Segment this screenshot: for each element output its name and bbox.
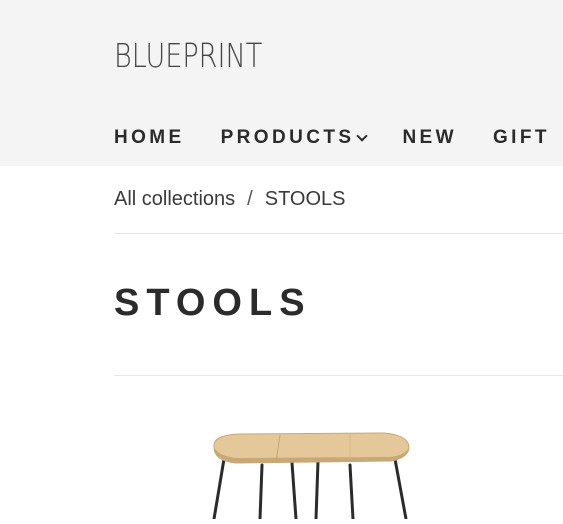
breadcrumb-link-all-collections[interactable]: All collections [114, 188, 235, 210]
page-title: STOOLS [114, 282, 312, 324]
nav-item-label: GIFT [492, 127, 550, 148]
breadcrumb-separator: / [247, 188, 253, 210]
breadcrumb: All collections / STOOLS [114, 188, 346, 211]
nav-item-products[interactable]: PRODUCTS [220, 127, 369, 149]
nav-item-label: NEW [402, 127, 457, 148]
nav-item-gift[interactable]: GIFT [493, 127, 550, 149]
stool-product-image[interactable] [200, 425, 430, 524]
breadcrumb-current: STOOLS [264, 188, 346, 210]
nav-item-label: PRODUCTS [220, 127, 355, 148]
stool-illustration [212, 432, 410, 521]
divider [114, 233, 563, 234]
divider [114, 375, 563, 376]
site-header: BLUEPRINT HOME PRODUCTS NEW GIFT [0, 0, 563, 166]
nav-item-new[interactable]: NEW [402, 127, 457, 149]
site-logo[interactable]: BLUEPRINT [114, 38, 262, 74]
nav-item-home[interactable]: HOME [114, 127, 185, 149]
nav-item-label: HOME [114, 127, 185, 148]
chevron-down-icon [356, 129, 369, 142]
main-nav: HOME PRODUCTS NEW GIFT [114, 127, 563, 149]
